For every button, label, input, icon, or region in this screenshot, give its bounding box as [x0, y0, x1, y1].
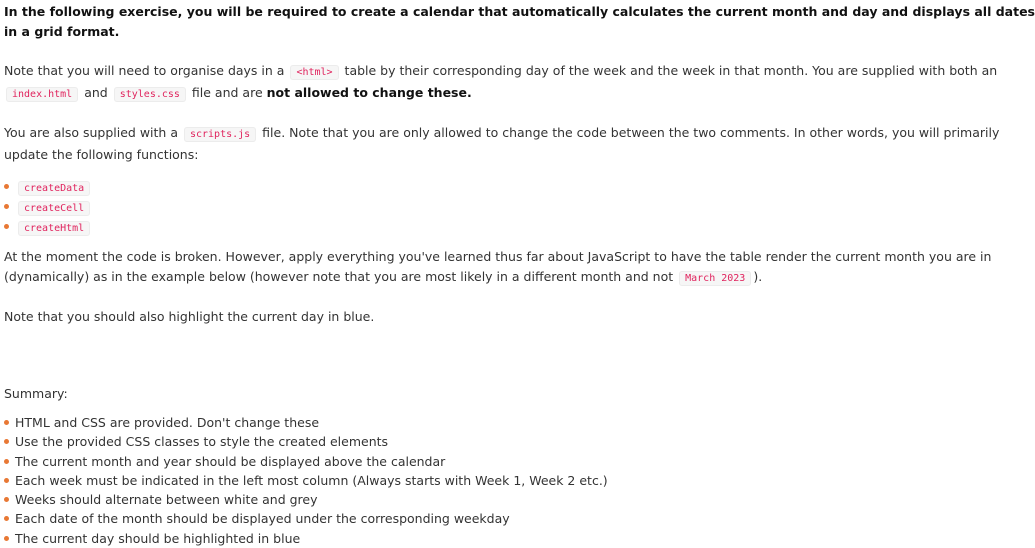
- code-scripts-js: scripts.js: [183, 127, 257, 142]
- code-index-html: index.html: [6, 86, 79, 102]
- bullet-icon: [4, 497, 9, 503]
- bullet-icon: [4, 458, 9, 464]
- list-item: createCell: [4, 197, 1035, 217]
- code-create-html: createHtml: [18, 221, 91, 236]
- paragraph-table-instructions: Note that you will need to organise days…: [4, 63, 998, 102]
- summary-label: Summary:: [4, 385, 68, 401]
- function-list: createData createCell createHtml: [4, 177, 1035, 237]
- bullet-icon: [4, 516, 9, 522]
- list-item: createHtml: [4, 217, 1035, 237]
- bullet-icon: [4, 184, 9, 189]
- code-create-cell: createCell: [18, 201, 91, 216]
- list-item: Each date of the month should be display…: [4, 509, 1035, 528]
- exercise-heading: In the following exercise, you will be r…: [4, 4, 1035, 39]
- not-allowed-bold: not allowed to change these.: [266, 84, 472, 100]
- list-item: HTML and CSS are provided. Don't change …: [4, 413, 1035, 432]
- bullet-icon: [4, 535, 9, 541]
- code-styles-css: styles.css: [113, 86, 186, 102]
- paragraph-highlight: Note that you should also highlight the …: [4, 309, 375, 324]
- list-item: createData: [4, 177, 1035, 197]
- summary-list: HTML and CSS are provided. Don't change …: [4, 413, 1035, 548]
- list-item: Weeks should alternate between white and…: [4, 490, 1035, 509]
- list-item: The current day should be highlighted in…: [4, 529, 1035, 548]
- bullet-icon: [4, 204, 9, 209]
- bullet-icon: [4, 439, 9, 445]
- paragraph-broken-code: At the moment the code is broken. Howeve…: [4, 249, 992, 286]
- code-create-data: createData: [18, 181, 91, 196]
- list-item: Use the provided CSS classes to style th…: [4, 432, 1035, 451]
- paragraph-scripts: You are also supplied with a scripts.js …: [4, 125, 1000, 162]
- list-item: Each week must be indicated in the left …: [4, 471, 1035, 490]
- bullet-icon: [4, 477, 9, 483]
- bullet-icon: [4, 420, 9, 425]
- document: In the following exercise, you will be r…: [0, 0, 1035, 546]
- list-item: The current month and year should be dis…: [4, 452, 1035, 471]
- code-march-2023: March 2023: [679, 270, 752, 286]
- bullet-icon: [4, 224, 9, 229]
- code-html-tag: <html>: [290, 65, 339, 80]
